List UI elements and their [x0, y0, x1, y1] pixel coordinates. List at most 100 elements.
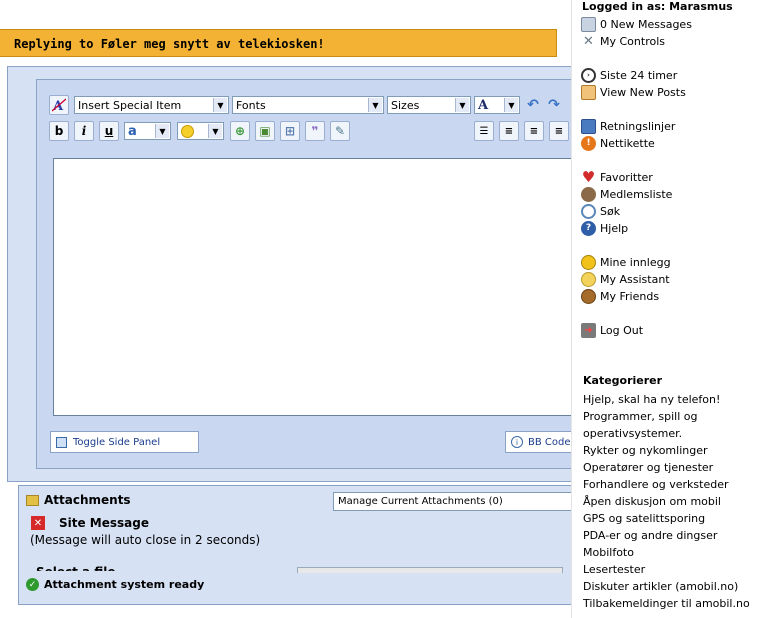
sidebar-item-label: Medlemsliste: [600, 187, 673, 201]
categories-title: Kategorierer: [583, 374, 663, 387]
guidelines-icon: [581, 118, 596, 134]
manage-attachments-select[interactable]: Manage Current Attachments (0): [333, 492, 583, 511]
check-icon: ✓: [26, 578, 39, 591]
message-textarea[interactable]: [53, 158, 653, 416]
category-link[interactable]: Åpen diskusjon om mobil: [583, 493, 773, 510]
align-center-icon[interactable]: ≡: [524, 121, 544, 141]
sidebar-item-label: My Assistant: [600, 272, 670, 286]
heart-icon: ♥: [581, 168, 596, 186]
size-select[interactable]: Sizes ▼: [387, 96, 471, 114]
chevron-down-icon: ▼: [155, 124, 169, 138]
insert-quote-icon[interactable]: ❞: [305, 121, 325, 141]
sidebar-item-log-out[interactable]: ➜ Log Out: [581, 322, 643, 338]
special-item-select[interactable]: Insert Special Item ▼: [74, 96, 229, 114]
highlight-glyph: a: [128, 123, 137, 139]
category-link[interactable]: PDA-er og andre dingser: [583, 527, 773, 544]
bbcode-label: BB Code: [528, 436, 571, 448]
category-link[interactable]: operativsystemer.: [583, 425, 773, 442]
logged-in-label: Logged in as: Marasmus: [582, 0, 733, 13]
chevron-down-icon: ▼: [368, 98, 382, 112]
sidebar-item-favoritter[interactable]: ♥ Favoritter: [581, 168, 653, 186]
smiley-icon: [181, 124, 194, 138]
smiley-icon: [581, 254, 596, 270]
chevron-down-icon: ▼: [213, 98, 227, 112]
site-message-title: Site Message: [59, 516, 149, 530]
insert-link-icon[interactable]: ⊕: [230, 121, 250, 141]
sidebar-item-my-assistant[interactable]: My Assistant: [581, 271, 670, 287]
select-file-label: Select a file: [36, 565, 115, 571]
attachments-panel: Attachments Manage Current Attachments (…: [18, 485, 583, 605]
sidebar-item-label: View New Posts: [600, 85, 686, 99]
reply-title: Replying to Føler meg snytt av telekiosk…: [0, 29, 557, 57]
toolbar-row-2-right: ☰ ≡ ≡ ≡: [474, 120, 574, 142]
clock-icon: ›: [581, 67, 596, 83]
warning-icon: !: [581, 135, 596, 151]
underline-button[interactable]: u: [99, 121, 119, 141]
remove-format-icon[interactable]: A: [49, 95, 69, 115]
folder-icon: [26, 494, 39, 506]
sidebar-item-mine-innlegg[interactable]: Mine innlegg: [581, 254, 671, 270]
file-field[interactable]: [297, 567, 563, 573]
sidebar-item-label: Retningslinjer: [600, 119, 676, 133]
align-right-icon[interactable]: ≡: [549, 121, 569, 141]
sidebar-item-label: Nettikette: [600, 136, 655, 150]
toolbar-row-2: b i u a ▼ ▼ ⊕ ▣ ⊞ ❞ ✎: [49, 120, 355, 142]
category-link[interactable]: Tilbakemeldinger til amobil.no: [583, 595, 773, 612]
close-icon[interactable]: ✕: [31, 516, 45, 530]
font-color-select[interactable]: A ▼: [474, 96, 520, 114]
sidebar: Logged in as: Marasmus 0 New Messages ✕ …: [571, 0, 774, 618]
category-link[interactable]: Lesertester: [583, 561, 773, 578]
category-link[interactable]: Hjelp, skal ha ny telefon!: [583, 391, 773, 408]
sidebar-item-new-messages[interactable]: 0 New Messages: [581, 16, 692, 32]
sidebar-item-my-controls[interactable]: ✕ My Controls: [581, 33, 665, 49]
tools-icon: ✕: [583, 33, 594, 49]
attachments-title: Attachments: [44, 493, 131, 507]
emoticon-select[interactable]: ▼: [177, 122, 224, 140]
category-link[interactable]: Forhandlere og verksteder: [583, 476, 773, 493]
chevron-down-icon: ▼: [455, 98, 469, 112]
category-link[interactable]: Mobilfoto: [583, 544, 773, 561]
sidebar-item-label: Hjelp: [600, 221, 629, 235]
undo-icon[interactable]: ↶: [523, 95, 543, 115]
sidebar-item-retningslinjer[interactable]: Retningslinjer: [581, 118, 675, 134]
sidebar-item-label: My Friends: [600, 289, 660, 303]
insert-image-icon[interactable]: ▣: [255, 121, 275, 141]
site-message-text: (Message will auto close in 2 seconds): [30, 533, 261, 547]
category-link[interactable]: Operatører og tjenester: [583, 459, 773, 476]
indent-icon[interactable]: ☰: [474, 121, 494, 141]
side-panel-icon: [56, 436, 67, 448]
sidebar-item-label: Log Out: [600, 323, 644, 337]
sidebar-item-hjelp[interactable]: ? Hjelp: [581, 220, 628, 236]
sidebar-item-view-new-posts[interactable]: View New Posts: [581, 84, 686, 100]
assistant-icon: [581, 271, 596, 287]
toggle-side-panel-button[interactable]: Toggle Side Panel: [50, 431, 199, 453]
font-select[interactable]: Fonts ▼: [232, 96, 384, 114]
italic-button[interactable]: i: [74, 121, 94, 141]
category-link[interactable]: GPS og satelittsporing: [583, 510, 773, 527]
highlight-select[interactable]: a ▼: [124, 122, 171, 140]
category-link[interactable]: Diskuter artikler (amobil.no): [583, 578, 773, 595]
info-icon: i: [511, 436, 523, 448]
font-color-glyph: A: [478, 97, 489, 113]
new-posts-icon: [581, 84, 596, 100]
size-label: Sizes: [391, 98, 420, 112]
align-left-icon[interactable]: ≡: [499, 121, 519, 141]
category-link[interactable]: Programmer, spill og: [583, 408, 773, 425]
attachments-header: Attachments: [26, 493, 131, 507]
sidebar-item-siste-24-timer[interactable]: › Siste 24 timer: [581, 67, 677, 83]
search-icon: [581, 203, 596, 219]
font-label: Fonts: [236, 98, 266, 112]
bold-button[interactable]: b: [49, 121, 69, 141]
sidebar-item-my-friends[interactable]: My Friends: [581, 288, 659, 304]
insert-spoiler-icon[interactable]: ✎: [330, 121, 350, 141]
redo-icon[interactable]: ↷: [548, 95, 560, 115]
members-icon: [581, 186, 596, 202]
insert-attachment-icon[interactable]: ⊞: [280, 121, 300, 141]
attachment-status-label: Attachment system ready: [44, 578, 205, 591]
friends-icon: [581, 288, 596, 304]
sidebar-item-medlemsliste[interactable]: Medlemsliste: [581, 186, 672, 202]
sidebar-item-nettikette[interactable]: ! Nettikette: [581, 135, 655, 151]
category-link[interactable]: Rykter og nykomlinger: [583, 442, 773, 459]
sidebar-item-sok[interactable]: Søk: [581, 203, 620, 219]
sidebar-item-label: 0 New Messages: [600, 17, 692, 31]
